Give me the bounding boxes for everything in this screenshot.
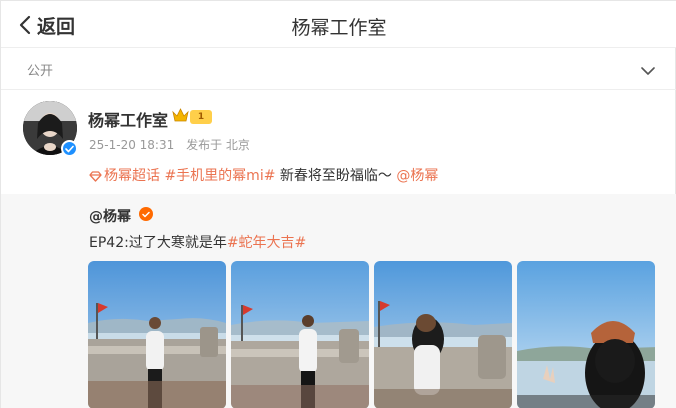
original-hashtag-link[interactable]: #蛇年大吉# xyxy=(227,235,306,251)
original-author[interactable]: @杨幂 xyxy=(89,206,131,226)
original-text-body: EP42:过了大寒就是年 xyxy=(89,235,227,251)
visibility-label: 公开 xyxy=(27,64,54,79)
photo-thumbnail[interactable] xyxy=(88,261,226,408)
app-window: 返回 杨幂工作室 公开 杨幂工作室 1 25-1-20 18:31 发布于 北京… xyxy=(0,0,676,408)
verified-badge-icon xyxy=(61,140,78,157)
hashtag-link[interactable]: #手机里的幂mi# xyxy=(164,168,275,184)
post-text: 杨幂超话 #手机里的幂mi# 新春将至盼福临～ @杨幂 xyxy=(89,165,438,186)
photo-thumbnail[interactable] xyxy=(517,261,655,408)
photo-thumbnail[interactable] xyxy=(374,261,512,408)
post-date: 25-1-20 18:31 xyxy=(89,138,175,152)
post-body: 新春将至盼福临～ xyxy=(275,168,392,184)
top-nav: 返回 杨幂工作室 xyxy=(1,1,676,48)
post-meta: 25-1-20 18:31 发布于 北京 xyxy=(89,136,258,153)
post-header: 杨幂工作室 1 25-1-20 18:31 发布于 北京 杨幂超话 #手机里的幂… xyxy=(1,91,676,191)
author-name[interactable]: 杨幂工作室 xyxy=(88,107,168,131)
verified-orange-icon xyxy=(139,207,153,221)
mention-link[interactable]: @杨幂 xyxy=(396,168,438,184)
crown-icon xyxy=(172,108,189,127)
page-title: 杨幂工作室 xyxy=(291,17,387,39)
original-text: EP42:过了大寒就是年#蛇年大吉# xyxy=(89,232,306,252)
repost-card[interactable]: @杨幂 EP42:过了大寒就是年#蛇年大吉# xyxy=(1,194,676,408)
photo-grid xyxy=(88,261,658,408)
post-location: 发布于 北京 xyxy=(186,138,250,152)
supertopic-label: 杨幂超话 xyxy=(104,168,160,184)
chevron-down-icon[interactable] xyxy=(641,61,655,80)
level-badge: 1 xyxy=(190,110,212,124)
diamond-icon xyxy=(89,170,102,186)
visibility-row[interactable]: 公开 xyxy=(1,49,676,90)
supertopic-link[interactable]: 杨幂超话 xyxy=(89,168,160,184)
photo-thumbnail[interactable] xyxy=(231,261,369,408)
